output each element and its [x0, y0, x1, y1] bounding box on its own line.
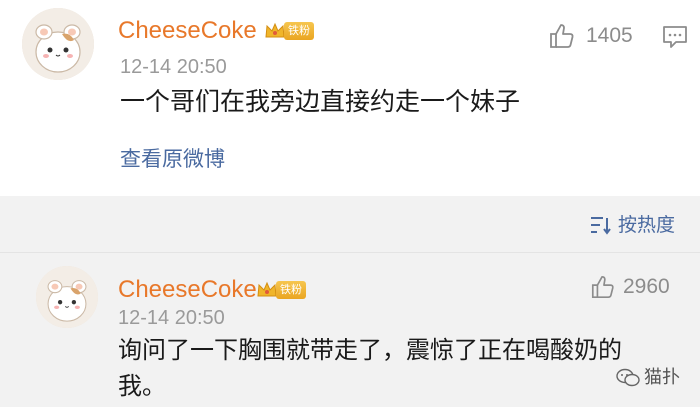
reply-like-count: 2960	[623, 275, 670, 298]
sort-bar: 按热度	[0, 196, 700, 252]
thumbs-up-icon[interactable]	[590, 274, 616, 300]
divider	[0, 252, 700, 253]
comment-text: 一个哥们在我旁边直接约走一个妹子	[120, 87, 521, 116]
reply-text-line-1: 询问了一下胸围就带走了，震惊了正在喝酸奶的	[118, 336, 622, 364]
sort-icon[interactable]	[590, 215, 612, 235]
username[interactable]: CheeseCoke	[118, 17, 257, 45]
crown-icon	[265, 22, 285, 38]
thumbs-up-icon[interactable]	[548, 22, 576, 50]
timestamp: 12-14 20:50	[120, 56, 227, 78]
like-count: 1405	[586, 24, 633, 47]
fan-badge-label: 铁粉	[284, 22, 314, 40]
reply-timestamp: 12-14 20:50	[118, 307, 225, 329]
reply-fan-badge[interactable]: 铁粉	[256, 280, 306, 300]
reply-text-line-2: 我。	[118, 372, 166, 400]
fan-badge-label: 铁粉	[276, 281, 306, 299]
avatar[interactable]	[22, 8, 94, 80]
hamster-avatar-icon	[22, 8, 94, 80]
comment-icon[interactable]	[662, 24, 688, 50]
view-original-link[interactable]: 查看原微博	[120, 146, 225, 172]
hamster-avatar-icon	[36, 266, 98, 328]
reply-avatar[interactable]	[36, 266, 98, 328]
wechat-icon	[616, 368, 640, 387]
crown-icon	[257, 281, 277, 297]
sort-by-hot-button[interactable]: 按热度	[618, 213, 675, 237]
reply-username[interactable]: CheeseCoke	[118, 276, 257, 304]
fan-badge[interactable]: 铁粉	[264, 21, 314, 41]
watermark-label: 猫扑	[644, 367, 680, 388]
